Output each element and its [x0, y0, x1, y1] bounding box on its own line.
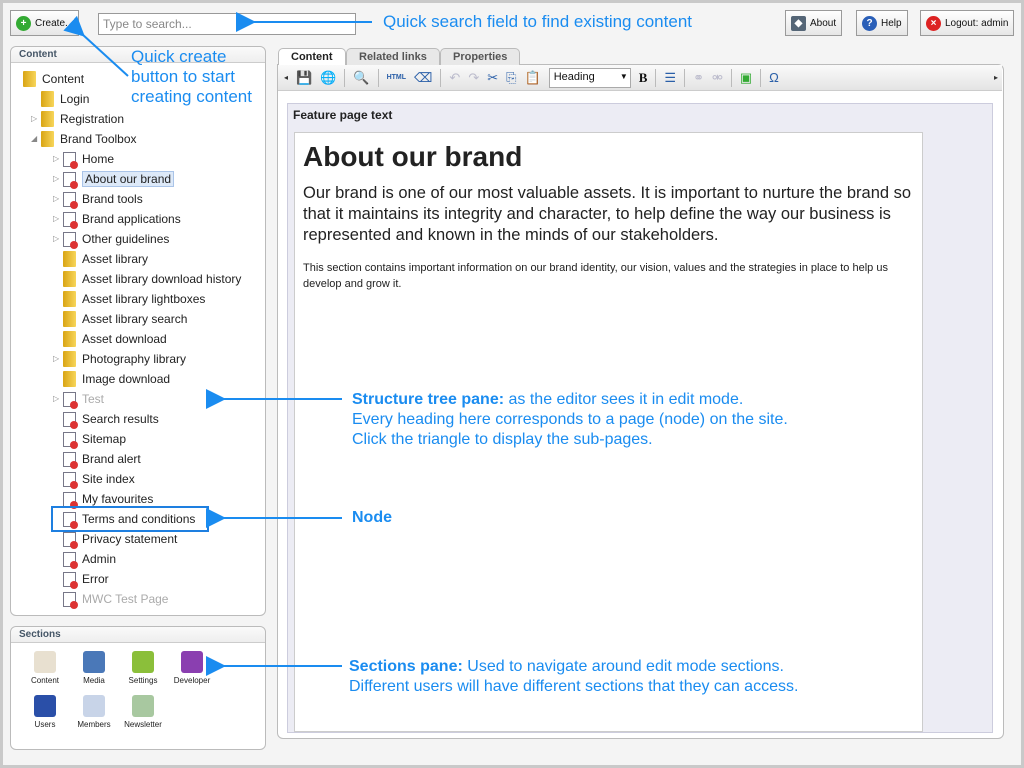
annotation-sections-text: Used to navigate around edit mode sectio…	[467, 658, 784, 675]
annotation-sections-bold: Sections pane:	[349, 658, 463, 675]
arrow-create	[63, 15, 129, 77]
annotation-tree: Structure tree pane: as the editor sees …	[352, 390, 788, 450]
annotation-arrows	[63, 12, 372, 676]
annotation-tree-line3: Click the triangle to display the sub-pa…	[352, 431, 653, 448]
annotation-tree-text: as the editor sees it in edit mode.	[508, 391, 744, 408]
annotation-node: Node	[352, 509, 392, 526]
annotation-tree-bold: Structure tree pane:	[352, 391, 505, 408]
annotation-tree-line2: Every heading here corresponds to a page…	[352, 411, 788, 428]
annotation-create: Quick create button to start creating co…	[131, 47, 252, 106]
annotation-sections: Sections pane: Used to navigate around e…	[349, 657, 798, 697]
annotation-search: Quick search field to find existing cont…	[383, 12, 692, 31]
annotation-sections-line2: Different users will have different sect…	[349, 678, 799, 695]
